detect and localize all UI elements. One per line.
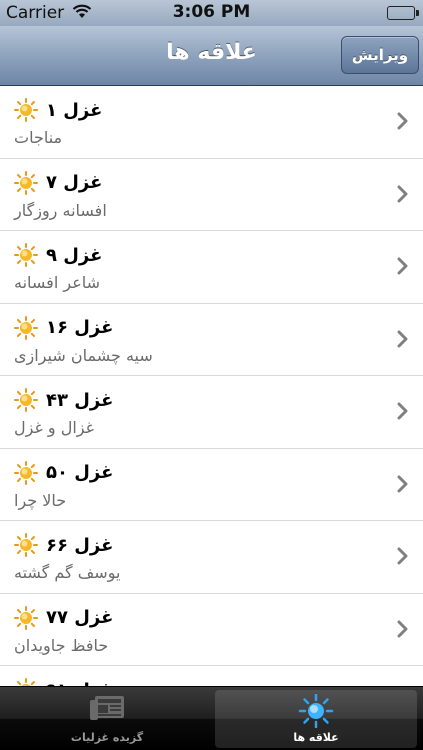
list-item[interactable]: غزل ۴۳ غزال و غزل xyxy=(0,376,423,449)
ghazal-title-text: غزل ۷ xyxy=(46,172,103,193)
tab-selected-ghazals[interactable]: گزیده غزلیات xyxy=(6,690,208,748)
ghazal-title: غزل ۹۱ xyxy=(14,678,113,686)
list-item[interactable]: غزل ۱ مناجات xyxy=(0,86,423,159)
ghazal-title-text: غزل ۹ xyxy=(46,244,103,266)
ghazal-subtitle: یوسف گم گشته xyxy=(14,563,121,582)
ghazal-title: غزل ۷۷ xyxy=(14,605,114,630)
sun-icon xyxy=(14,533,38,557)
ghazal-title-text: غزل ۷۷ xyxy=(46,607,114,628)
ghazal-title: غزل ۱ xyxy=(14,98,102,122)
ghazal-title: غزل ۱۶ xyxy=(14,315,114,340)
ghazal-subtitle: حافظ جاویدان xyxy=(14,635,109,655)
sun-icon xyxy=(14,388,38,412)
ghazal-title-text: غزل ۴۳ xyxy=(46,389,114,411)
ghazal-subtitle: شاعر افسانه xyxy=(14,273,101,292)
status-bar: Carrier 3:06 PM xyxy=(0,0,423,26)
sun-icon xyxy=(14,460,38,485)
ghazal-title-text: غزل ۶۶ xyxy=(46,534,114,556)
status-time: 3:06 PM xyxy=(172,2,251,22)
ghazal-subtitle: غزال و غزل xyxy=(14,418,94,437)
list-item[interactable]: غزل ۹ شاعر افسانه xyxy=(0,231,423,304)
tab-favorites[interactable]: علاقه ها xyxy=(215,690,417,748)
sun-icon xyxy=(17,678,35,686)
newspaper-icon xyxy=(88,694,126,728)
ghazal-title: غزل ۵۰ xyxy=(14,460,114,485)
list-item[interactable]: غزل ۱۶ سیه چشمان شیرازی xyxy=(0,304,423,376)
ghazal-subtitle: سیه چشمان شیرازی xyxy=(14,345,153,365)
list-item[interactable]: غزل ۷۷ حافظ جاویدان xyxy=(0,594,423,666)
sun-icon xyxy=(14,98,38,122)
ghazal-subtitle: مناجات xyxy=(14,128,63,147)
ghazal-title: غزل ۷ xyxy=(14,170,103,195)
list-item[interactable]: غزل ۷ افسانه روزگار xyxy=(0,159,423,231)
favorites-list: غزل ۱ مناجات غزل ۷ افسانه روزگار غزل ۹ ش… xyxy=(0,86,423,686)
navigation-bar: علاقه ها ویرایش xyxy=(0,26,423,86)
chevron-right-icon xyxy=(397,112,408,130)
list-item[interactable]: غزل ۶۶ یوسف گم گشته xyxy=(0,521,423,594)
tab-bar: گزیده غزلیات علاقه ها xyxy=(0,686,423,750)
ghazal-title-text: غزل ۱۶ xyxy=(46,317,114,338)
ghazal-title: غزل ۹ xyxy=(14,243,102,267)
tab-label: گزیده غزلیات xyxy=(70,731,144,744)
edit-button[interactable]: ویرایش xyxy=(341,36,419,74)
ghazal-title: غزل ۶۶ xyxy=(14,533,113,557)
list-item[interactable]: غزل ۵۰ حالا چرا xyxy=(0,449,423,521)
battery-icon xyxy=(387,6,419,20)
sun-icon xyxy=(14,605,38,630)
ghazal-title-text: غزل ۱ xyxy=(46,99,103,121)
sun-icon xyxy=(14,243,38,267)
chevron-right-icon xyxy=(397,402,408,420)
sun-icon xyxy=(296,693,336,732)
ghazal-subtitle: افسانه روزگار xyxy=(14,200,107,220)
chevron-right-icon xyxy=(397,547,408,565)
sun-icon xyxy=(14,170,38,195)
sun-icon xyxy=(14,315,38,340)
chevron-right-icon xyxy=(397,475,408,492)
chevron-right-icon xyxy=(397,257,408,275)
ghazal-title-text: غزل ۵۰ xyxy=(46,462,114,483)
chevron-right-icon xyxy=(397,620,408,637)
chevron-right-icon xyxy=(397,185,408,202)
list-item[interactable]: غزل ۹۱ xyxy=(0,666,423,686)
tab-label: علاقه ها xyxy=(293,731,339,744)
ghazal-subtitle: حالا چرا xyxy=(14,490,67,510)
chevron-right-icon xyxy=(397,330,408,347)
ghazal-title: غزل ۴۳ xyxy=(14,388,113,412)
